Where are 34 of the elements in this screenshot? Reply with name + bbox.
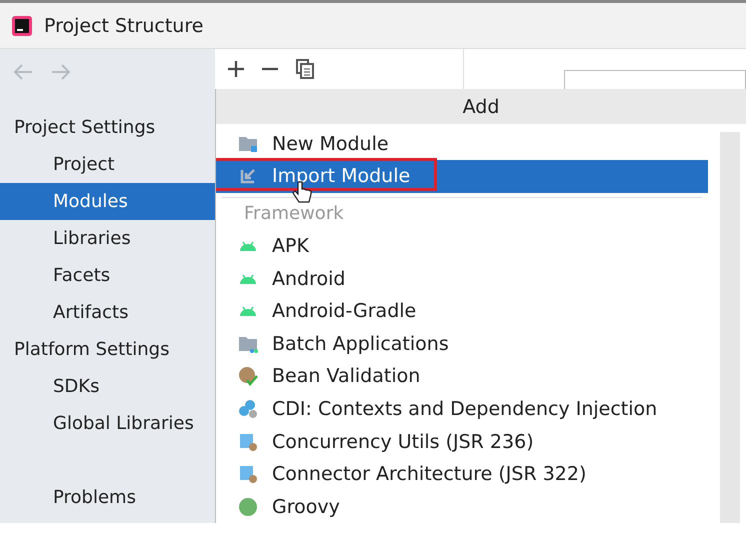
sidebar-item[interactable]: Artifacts bbox=[0, 294, 215, 331]
sidebar-item[interactable]: SDKs bbox=[0, 368, 215, 405]
import-icon bbox=[238, 166, 258, 186]
module-icon bbox=[238, 464, 258, 484]
sidebar-item[interactable]: Facets bbox=[0, 257, 215, 294]
copy-icon[interactable] bbox=[295, 59, 315, 80]
sidebar-heading: Platform Settings bbox=[13, 338, 170, 362]
name-field[interactable] bbox=[564, 70, 746, 90]
sidebar-item[interactable]: Libraries bbox=[0, 220, 215, 257]
bean-check-icon bbox=[238, 366, 258, 386]
sidebar-item[interactable]: Global Libraries bbox=[0, 405, 215, 442]
menu-item[interactable]: Bean Validation bbox=[216, 360, 708, 393]
menu-item[interactable]: Android-Gradle bbox=[216, 294, 708, 328]
section-label: Framework bbox=[244, 203, 344, 224]
menu-item[interactable]: Android bbox=[216, 262, 708, 295]
menu-item[interactable]: Batch Applications bbox=[216, 327, 708, 360]
menu-item[interactable]: New Module bbox=[216, 127, 708, 160]
groovy-icon bbox=[238, 496, 258, 517]
menu-item[interactable]: Concurrency Utils (JSR 236) bbox=[216, 425, 708, 458]
window-title: Project Structure bbox=[44, 14, 204, 36]
app-logo-icon bbox=[10, 14, 34, 38]
menu-item[interactable]: CDI: Contexts and Dependency Injection bbox=[216, 392, 708, 426]
scrollbar[interactable] bbox=[720, 132, 740, 523]
beans-icon bbox=[238, 398, 258, 419]
sidebar-item[interactable]: Problems bbox=[0, 479, 215, 516]
menu-item[interactable]: Groovy bbox=[216, 490, 708, 523]
sidebar-item[interactable]: Project bbox=[0, 146, 215, 183]
sidebar-heading: Project Settings bbox=[13, 116, 156, 140]
sidebar-item[interactable]: Modules bbox=[0, 183, 215, 220]
add-icon[interactable] bbox=[227, 60, 245, 78]
popup-title: Add bbox=[462, 96, 500, 118]
menu-item[interactable]: APK bbox=[216, 230, 708, 262]
menu-item[interactable]: Connector Architecture (JSR 322) bbox=[216, 458, 708, 490]
module-icon bbox=[238, 432, 258, 452]
